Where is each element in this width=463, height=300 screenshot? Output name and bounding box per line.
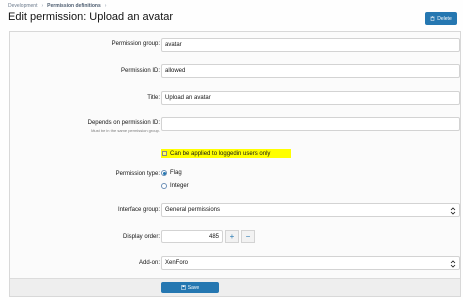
chevron-right-icon: › — [41, 3, 44, 9]
integer-radio[interactable] — [161, 183, 167, 189]
permission-form: Permission group: avatar Permission ID: … — [9, 31, 461, 297]
permission-group-label: Permission group: — [111, 41, 160, 47]
chevron-right-icon: › — [104, 3, 107, 9]
addon-label: Add-on: — [138, 260, 160, 266]
decrement-button[interactable]: − — [241, 230, 255, 243]
breadcrumb-item-permission-definitions[interactable]: Permission definitions — [47, 3, 101, 9]
save-button-label: Save — [187, 284, 200, 291]
select-chevron-icon — [450, 260, 456, 268]
addon-value: XenForo — [165, 260, 189, 266]
delete-button[interactable]: Delete — [425, 12, 457, 25]
interface-group-value: General permissions — [165, 207, 221, 213]
flag-radio-label: Flag — [170, 170, 182, 176]
form-footer: Save — [10, 278, 460, 296]
select-chevron-icon — [450, 207, 456, 215]
breadcrumb-item-development[interactable]: Development — [8, 3, 37, 9]
increment-button[interactable]: + — [225, 230, 239, 243]
logged-in-only-label: Can be applied to loggedin users only — [170, 150, 271, 157]
checkbox-box[interactable] — [162, 151, 167, 156]
interface-group-select[interactable]: General permissions — [161, 203, 460, 217]
integer-radio-label: Integer — [170, 183, 189, 189]
display-order-input[interactable]: 485 — [161, 230, 223, 243]
depends-on-input[interactable] — [161, 117, 460, 131]
breadcrumb: Development › Permission definitions › — [8, 3, 106, 9]
title-input[interactable]: Upload an avatar — [161, 91, 460, 105]
delete-button-label: Delete — [437, 15, 452, 22]
depends-on-hint: Must be in the same permission group. — [91, 128, 160, 133]
interface-group-label: Interface group: — [117, 207, 160, 213]
permission-type-flag-option[interactable]: Flag — [161, 170, 182, 176]
title-label: Title: — [147, 95, 160, 101]
page-title: Edit permission: Upload an avatar — [8, 11, 174, 23]
trash-icon — [430, 16, 435, 21]
permission-type-label: Permission type: — [115, 171, 160, 177]
permission-type-integer-option[interactable]: Integer — [161, 183, 189, 189]
permission-group-input[interactable]: avatar — [161, 38, 460, 52]
save-button[interactable]: Save — [161, 282, 219, 293]
permission-id-input[interactable]: allowed — [161, 64, 460, 78]
form-body: Permission group: avatar Permission ID: … — [10, 32, 460, 278]
save-icon — [181, 285, 186, 290]
permission-id-label: Permission ID: — [120, 68, 160, 74]
logged-in-only-checkbox[interactable]: Can be applied to loggedin users only — [161, 149, 291, 158]
flag-radio[interactable] — [161, 170, 167, 176]
depends-on-label: Depends on permission ID: — [87, 120, 160, 126]
addon-select[interactable]: XenForo — [161, 256, 460, 270]
display-order-label: Display order: — [122, 234, 160, 240]
